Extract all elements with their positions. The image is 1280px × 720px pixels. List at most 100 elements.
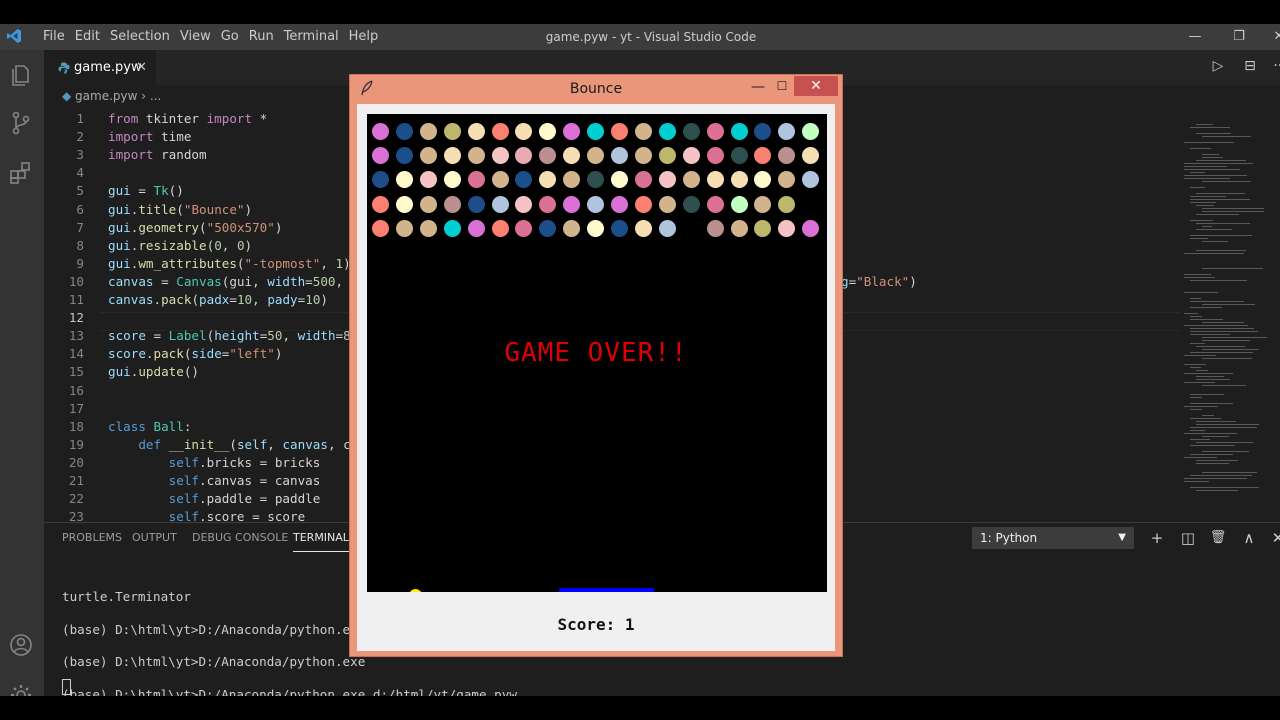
code-token: canvas <box>108 292 154 307</box>
brick <box>802 147 820 165</box>
code-token: = <box>153 273 177 289</box>
trash-icon[interactable]: 🗑 <box>1208 527 1228 549</box>
tk-maximize-button[interactable]: ☐ <box>772 77 792 97</box>
maximize-panel-icon[interactable]: ∧ <box>1239 527 1259 549</box>
minimap-line <box>1190 409 1202 410</box>
brick <box>778 195 796 213</box>
restore-button[interactable]: ❐ <box>1224 24 1254 50</box>
brick <box>539 123 557 140</box>
code-token: gui <box>108 255 131 271</box>
code-token: self <box>168 491 200 507</box>
python-file-icon <box>58 62 70 74</box>
code-token: ) <box>320 292 329 307</box>
code-token: ( <box>191 292 200 307</box>
minimap-line <box>1196 463 1230 464</box>
run-icon[interactable]: ▷ <box>1208 58 1228 78</box>
minimap-line <box>1184 169 1241 170</box>
new-terminal-icon[interactable]: + <box>1147 527 1167 549</box>
minimap-line <box>1190 280 1248 281</box>
code-token: .bricks = bricks <box>199 454 321 470</box>
minimap-line <box>1196 379 1230 380</box>
code-token: . <box>145 346 154 362</box>
more-actions-icon[interactable]: ··· <box>1270 58 1280 78</box>
code-token: , <box>320 255 336 271</box>
minimap-line <box>1196 460 1238 461</box>
brick <box>754 195 772 213</box>
brick <box>515 147 533 165</box>
panel-tab-problems[interactable]: PROBLEMS <box>62 523 122 553</box>
code-token: = <box>335 328 344 344</box>
brick <box>658 195 676 213</box>
minimap-line <box>1190 454 1234 455</box>
brick <box>491 171 509 189</box>
brick <box>539 219 557 237</box>
bounce-title-bar[interactable]: Bounce — ☐ ✕ <box>350 75 842 103</box>
explorer-icon[interactable] <box>8 62 34 88</box>
code-line: gui.resizable(0, 0) <box>108 237 252 255</box>
breadcrumb-separator: › <box>137 89 150 103</box>
code-token: : <box>183 418 192 434</box>
breadcrumb-file[interactable]: game.pyw <box>75 89 137 103</box>
code-token: 0 <box>214 237 222 253</box>
code-token: class <box>108 418 146 434</box>
settings-gear-icon[interactable] <box>8 682 34 696</box>
line-number: 21 <box>68 473 84 488</box>
code-token: geometry <box>138 219 200 235</box>
brick <box>395 195 413 213</box>
minimap-line <box>1196 250 1246 251</box>
source-control-icon[interactable] <box>8 110 34 136</box>
activity-bar <box>0 50 44 696</box>
minimap-line <box>1190 148 1211 149</box>
minimap-line <box>1184 175 1248 176</box>
brick <box>372 219 389 237</box>
code-line: import random <box>108 146 207 164</box>
terminal-line: turtle.Terminator <box>62 589 191 604</box>
minimap-line <box>1184 382 1215 383</box>
brick <box>515 195 533 213</box>
code-token: ) <box>244 237 253 253</box>
panel-tab-output[interactable]: OUTPUT <box>132 523 177 553</box>
minimap-line <box>1202 241 1228 242</box>
close-panel-icon[interactable]: ✕ <box>1268 527 1280 549</box>
brick <box>467 147 485 165</box>
code-token: resizable <box>138 237 207 253</box>
code-token: , <box>252 292 268 307</box>
code-line-tail: g="Black") <box>841 273 917 291</box>
terminal-cursor <box>62 679 71 695</box>
line-number: 20 <box>68 454 84 470</box>
minimap-line <box>1196 124 1213 125</box>
tk-minimize-button[interactable]: — <box>748 77 768 97</box>
tab-game-pyw[interactable]: game.pyw ✕ <box>44 50 156 85</box>
split-terminal-icon[interactable]: ◫ <box>1178 527 1198 549</box>
line-number: 4 <box>76 165 84 181</box>
brick <box>563 123 581 140</box>
brick <box>587 123 605 140</box>
line-number: 2 <box>76 129 84 145</box>
minimap[interactable] <box>1180 124 1280 504</box>
close-window-button[interactable]: ✕ <box>1264 24 1280 50</box>
brick <box>730 147 748 165</box>
code-token: () <box>183 364 200 380</box>
minimap-line <box>1184 325 1248 326</box>
minimap-line <box>1190 202 1216 203</box>
breadcrumb-rest[interactable]: ... <box>150 89 161 103</box>
tab-close-icon[interactable]: ✕ <box>136 50 147 85</box>
split-editor-icon[interactable]: ⊟ <box>1240 58 1260 78</box>
code-token: ) <box>274 346 283 362</box>
minimap-line <box>1190 199 1251 200</box>
brick <box>563 171 581 189</box>
panel-tab-terminal[interactable]: TERMINAL <box>293 523 349 552</box>
account-icon[interactable] <box>8 632 34 658</box>
terminal-select[interactable]: 1: Python ▼ <box>972 527 1134 549</box>
code-token: pady <box>267 292 298 307</box>
extensions-icon[interactable] <box>8 160 34 186</box>
brick <box>706 147 724 165</box>
tk-close-button[interactable]: ✕ <box>794 76 838 96</box>
panel-tab-debug-console[interactable]: DEBUG CONSOLE <box>192 523 288 553</box>
code-token: import <box>108 147 154 163</box>
minimap-line <box>1202 385 1247 386</box>
minimize-button[interactable]: — <box>1180 24 1210 50</box>
minimap-line <box>1190 430 1206 431</box>
brick <box>587 195 605 213</box>
